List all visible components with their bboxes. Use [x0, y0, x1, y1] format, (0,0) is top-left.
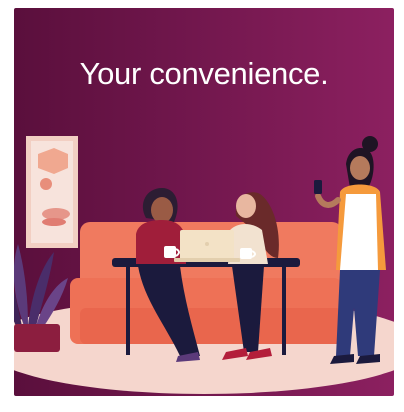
laptop-icon — [174, 230, 240, 262]
phone-icon — [314, 180, 322, 194]
wall-art-icon — [26, 136, 78, 248]
promo-card: Your convenience. — [14, 8, 394, 396]
headline: Your convenience. — [79, 56, 329, 91]
